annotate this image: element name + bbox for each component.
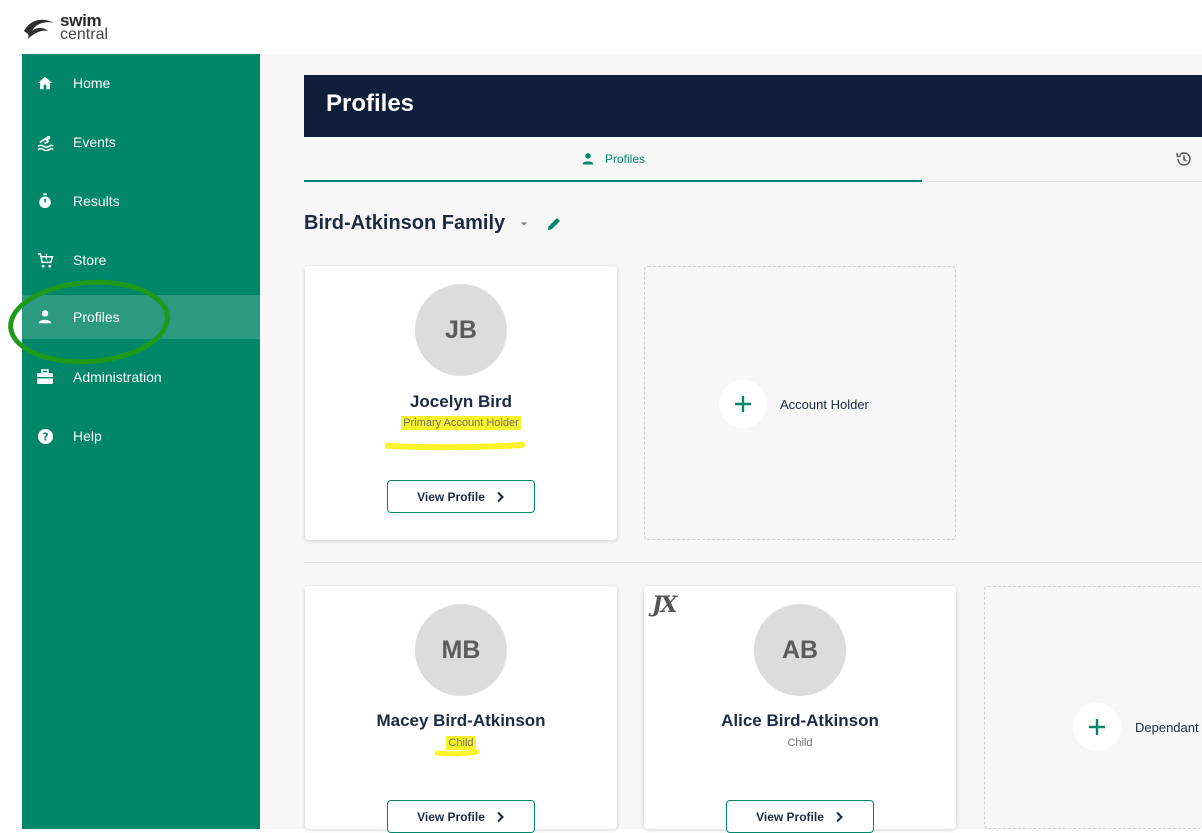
sidebar-item-label: Results <box>73 193 120 209</box>
sidebar-item-help[interactable]: ? Help <box>22 414 260 458</box>
jx-logo: JX <box>652 592 678 618</box>
view-profile-button[interactable]: View Profile <box>726 800 874 833</box>
family-header: Bird-Atkinson Family <box>304 212 563 235</box>
edit-pencil-icon[interactable] <box>545 215 563 233</box>
main-content: Profiles Profiles Bird-Atkinson Family J… <box>260 54 1202 833</box>
avatar: JB <box>415 284 507 376</box>
sidebar-item-label: Administration <box>73 369 162 385</box>
tab-bar: Profiles <box>304 137 1202 182</box>
sidebar-item-events[interactable]: Events <box>22 120 260 164</box>
add-account-holder-label: Account Holder <box>780 397 869 412</box>
add-icon <box>719 380 767 428</box>
add-account-holder-card[interactable]: Account Holder <box>644 266 956 540</box>
caret-down-icon[interactable] <box>519 219 529 229</box>
sidebar-item-label: Events <box>73 134 116 150</box>
swimmer-icon <box>36 133 54 151</box>
profile-role: Child <box>787 737 813 749</box>
tab-profiles-label: Profiles <box>604 151 645 166</box>
sidebar-item-label: Profiles <box>73 309 120 325</box>
person-icon <box>36 308 54 326</box>
tab-profiles[interactable]: Profiles <box>304 137 922 182</box>
sidebar-item-results[interactable]: Results <box>22 179 260 223</box>
profile-card-alice-bird-atkinson: JX AB Alice Bird-Atkinson Child View Pro… <box>644 586 956 833</box>
profile-name: Jocelyn Bird <box>409 392 513 411</box>
svg-text:?: ? <box>42 431 48 443</box>
avatar: AB <box>754 604 846 696</box>
briefcase-icon <box>36 368 54 386</box>
chevron-right-icon <box>497 811 504 822</box>
sidebar-item-store[interactable]: Store <box>22 238 260 282</box>
help-icon: ? <box>36 427 54 445</box>
chevron-right-icon <box>497 491 504 502</box>
page-title: Profiles <box>326 90 415 117</box>
profile-card-macey-bird-atkinson: MB Macey Bird-Atkinson Child View Profil… <box>305 586 617 833</box>
view-profile-button[interactable]: View Profile <box>387 800 535 833</box>
history-icon[interactable] <box>1174 149 1194 169</box>
sidebar-item-label: Store <box>73 252 107 268</box>
sidebar-item-profiles[interactable]: Profiles <box>22 295 260 339</box>
view-profile-label: View Profile <box>756 809 824 824</box>
logo-text-central: central <box>60 26 109 44</box>
chevron-right-icon <box>836 811 843 822</box>
family-name: Bird-Atkinson Family <box>304 212 506 234</box>
cart-icon <box>36 251 54 269</box>
swim-central-logo[interactable]: swim central <box>22 8 108 48</box>
sidebar-item-home[interactable]: Home <box>22 61 260 105</box>
divider <box>304 562 1202 563</box>
profile-role: Child <box>446 736 476 750</box>
home-icon <box>36 74 54 92</box>
profile-role: Primary Account Holder <box>401 416 521 430</box>
sidebar-item-label: Help <box>73 428 102 444</box>
view-profile-button[interactable]: View Profile <box>387 480 535 513</box>
profile-name: Macey Bird-Atkinson <box>376 711 546 730</box>
avatar: MB <box>415 604 507 696</box>
add-dependant-card[interactable]: Dependant <box>984 586 1202 829</box>
sidebar-item-administration[interactable]: Administration <box>22 355 260 399</box>
add-icon <box>1073 703 1121 751</box>
view-profile-label: View Profile <box>417 809 485 824</box>
view-profile-label: View Profile <box>417 489 485 504</box>
profile-name: Alice Bird-Atkinson <box>721 711 879 730</box>
logo-swirl-icon <box>24 19 54 39</box>
page-header: Profiles <box>304 75 1202 137</box>
sidebar: Home Events Results Store Profiles Admin… <box>22 54 260 829</box>
person-icon <box>582 152 594 164</box>
stopwatch-icon <box>36 192 54 210</box>
sidebar-item-label: Home <box>73 75 111 91</box>
profile-card-jocelyn-bird: JB Jocelyn Bird Primary Account Holder V… <box>305 266 617 540</box>
add-dependant-label: Dependant <box>1135 720 1199 735</box>
